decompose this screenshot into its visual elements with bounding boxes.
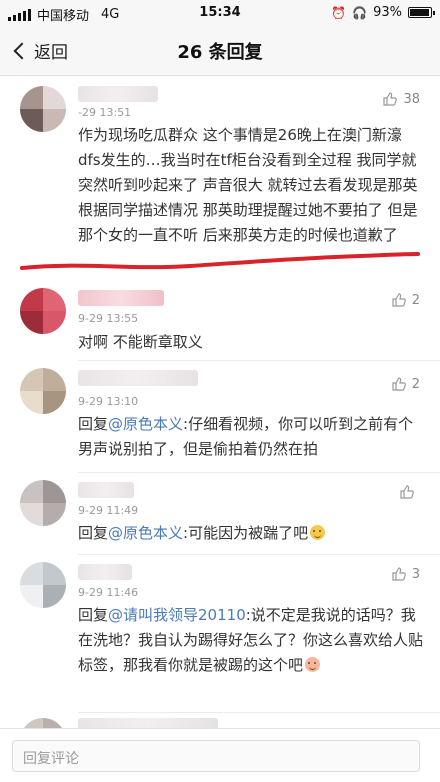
comment-text: 作为现场吃瓜群众 这个事情是26晚上在澳门新濠dfs发生的…我当时在tf柜台没看… — [78, 126, 418, 244]
status-bar: 中国移动 4G 15:34 ⏰ 🎧 93% — [0, 0, 440, 26]
like-count: 2 — [411, 376, 420, 392]
thumbs-up-icon — [392, 377, 406, 391]
reply-body: :可能因为被踹了吧 — [183, 524, 309, 542]
battery-percent: 93% — [373, 5, 402, 20]
comment-text: 对啊 不能断章取义 — [78, 333, 203, 351]
comment-time: 9-29 11:49 — [78, 504, 139, 517]
smile-emoji-icon — [305, 657, 321, 672]
divider — [78, 554, 440, 555]
status-right: ⏰ 🎧 93% — [331, 5, 435, 20]
like-button[interactable] — [399, 484, 420, 500]
comment-text: 回复@原色本义:仔细看视频，你可以听到之前有个男声说别拍了，但是偷拍着仍然在拍 — [78, 412, 424, 462]
thumbs-up-icon — [383, 92, 398, 106]
username[interactable] — [78, 564, 132, 580]
like-button[interactable]: 2 — [391, 292, 420, 308]
thumbs-up-icon — [392, 293, 406, 307]
avatar[interactable] — [20, 368, 66, 414]
comment-text: 回复@请叫我领导20110:说不定是我说的话吗？我在洗地？我自认为踢得好怎么了？… — [78, 603, 424, 678]
battery-fill — [410, 9, 429, 16]
username[interactable] — [78, 86, 158, 102]
comment-item: 9-29 13:10 2 回复@原色本义:仔细看视频，你可以听到之前有个男声说别… — [0, 362, 440, 472]
reply-prefix: 回复 — [78, 606, 109, 624]
mention-link[interactable]: @原色本义 — [108, 524, 183, 542]
mention-link[interactable]: @请叫我领导20110 — [108, 606, 246, 624]
like-button[interactable]: 3 — [391, 566, 420, 582]
comment-item: 9-29 13:55 2 对啊 不能断章取义 — [0, 282, 440, 362]
comment-text: 回复@原色本义:可能因为被踹了吧 — [78, 521, 424, 546]
username[interactable] — [78, 482, 134, 498]
mention-link[interactable]: @原色本义 — [108, 415, 183, 433]
comment-time: -29 13:51 — [78, 106, 132, 119]
comment-item: -29 13:51 38 作为现场吃瓜群众 这个事情是26晚上在澳门新濠dfs发… — [0, 76, 440, 256]
username[interactable] — [78, 290, 164, 306]
nav-bar: 返回 26 条回复 — [0, 26, 440, 76]
like-count: 3 — [411, 566, 420, 582]
alarm-icon: ⏰ — [331, 5, 347, 20]
reply-bar: 回复评论 — [0, 728, 440, 782]
comment-item: 9-29 11:49 回复@原色本义:可能因为被踹了吧 — [0, 474, 440, 554]
comment-time: 9-29 11:46 — [78, 586, 139, 599]
avatar[interactable] — [20, 718, 66, 728]
comment-time: 9-29 13:10 — [78, 395, 139, 408]
headphones-icon: 🎧 — [352, 5, 368, 20]
like-count: 38 — [403, 91, 420, 107]
reply-prefix: 回复 — [78, 524, 109, 542]
avatar[interactable] — [20, 480, 66, 526]
reply-input[interactable]: 回复评论 — [12, 740, 420, 772]
like-button[interactable]: 2 — [391, 376, 420, 392]
avatar[interactable] — [20, 288, 66, 334]
grimace-emoji-icon — [310, 525, 326, 540]
divider — [78, 360, 440, 361]
page-title: 26 条回复 — [177, 42, 263, 63]
like-count: 2 — [411, 292, 420, 308]
like-button[interactable]: 38 — [382, 91, 420, 107]
annotation-underline — [20, 252, 420, 270]
thumbs-up-icon — [400, 485, 414, 499]
thumbs-up-icon — [392, 567, 406, 581]
comment-time: 9-29 13:55 — [78, 312, 139, 325]
username[interactable] — [78, 370, 198, 386]
divider — [78, 472, 440, 473]
battery-icon — [408, 7, 435, 18]
avatar[interactable] — [20, 86, 66, 132]
comment-item: 9-29 11:46 3 回复@请叫我领导20110:说不定是我说的话吗？我在洗… — [0, 556, 440, 714]
reply-prefix: 回复 — [78, 415, 109, 433]
username[interactable] — [78, 718, 218, 728]
comment-item — [0, 714, 440, 728]
avatar[interactable] — [20, 562, 66, 608]
divider — [78, 712, 440, 713]
